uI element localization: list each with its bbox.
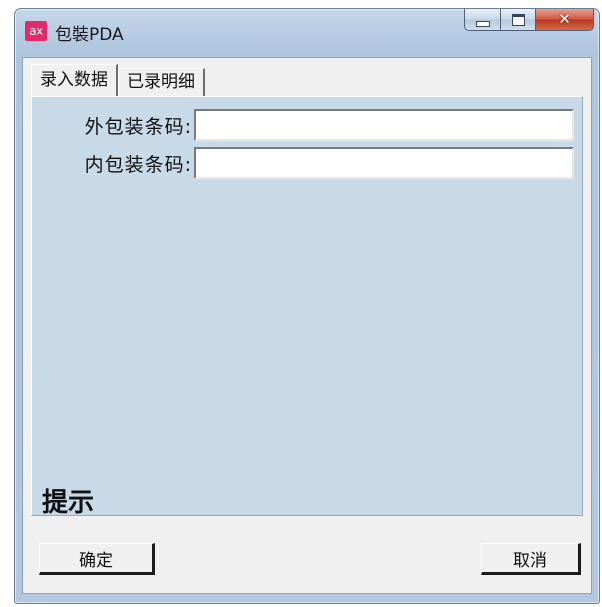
app-icon: ax <box>25 21 47 41</box>
client-area: 录入数据 已录明细 外包装条码: 内包装条码: 提示 确定 取消 <box>22 57 592 594</box>
inner-barcode-label: 内包装条码: <box>84 153 192 176</box>
close-icon: ✕ <box>558 10 571 28</box>
button-bar: 确定 取消 <box>23 517 591 593</box>
hint-text: 提示 <box>42 488 95 518</box>
outer-barcode-input[interactable] <box>194 109 574 141</box>
close-button[interactable]: ✕ <box>536 9 594 31</box>
minimize-icon <box>475 20 490 27</box>
tab-entry-data[interactable]: 录入数据 <box>31 64 118 96</box>
inner-barcode-input[interactable] <box>194 147 574 179</box>
inner-barcode-row: 内包装条码: <box>42 147 574 179</box>
minimize-button[interactable] <box>464 9 501 31</box>
maximize-button[interactable] <box>501 9 536 31</box>
app-window: ax 包裝PDA ✕ 录入数据 已录明细 外包装条码: 内包装条码: 提示 确定… <box>14 8 600 604</box>
outer-barcode-label: 外包装条码: <box>84 115 192 138</box>
maximize-icon <box>511 13 525 26</box>
caption-buttons: ✕ <box>464 9 594 33</box>
tab-strip: 录入数据 已录明细 <box>31 64 205 96</box>
ok-button[interactable]: 确定 <box>39 543 155 575</box>
title-bar[interactable]: ax 包裝PDA ✕ <box>15 9 599 55</box>
entry-tab-panel: 外包装条码: 内包装条码: 提示 <box>31 96 583 518</box>
outer-barcode-row: 外包装条码: <box>42 109 574 141</box>
cancel-button[interactable]: 取消 <box>481 543 581 575</box>
window-title: 包裝PDA <box>55 25 124 45</box>
tab-recorded-details[interactable]: 已录明细 <box>118 68 205 96</box>
